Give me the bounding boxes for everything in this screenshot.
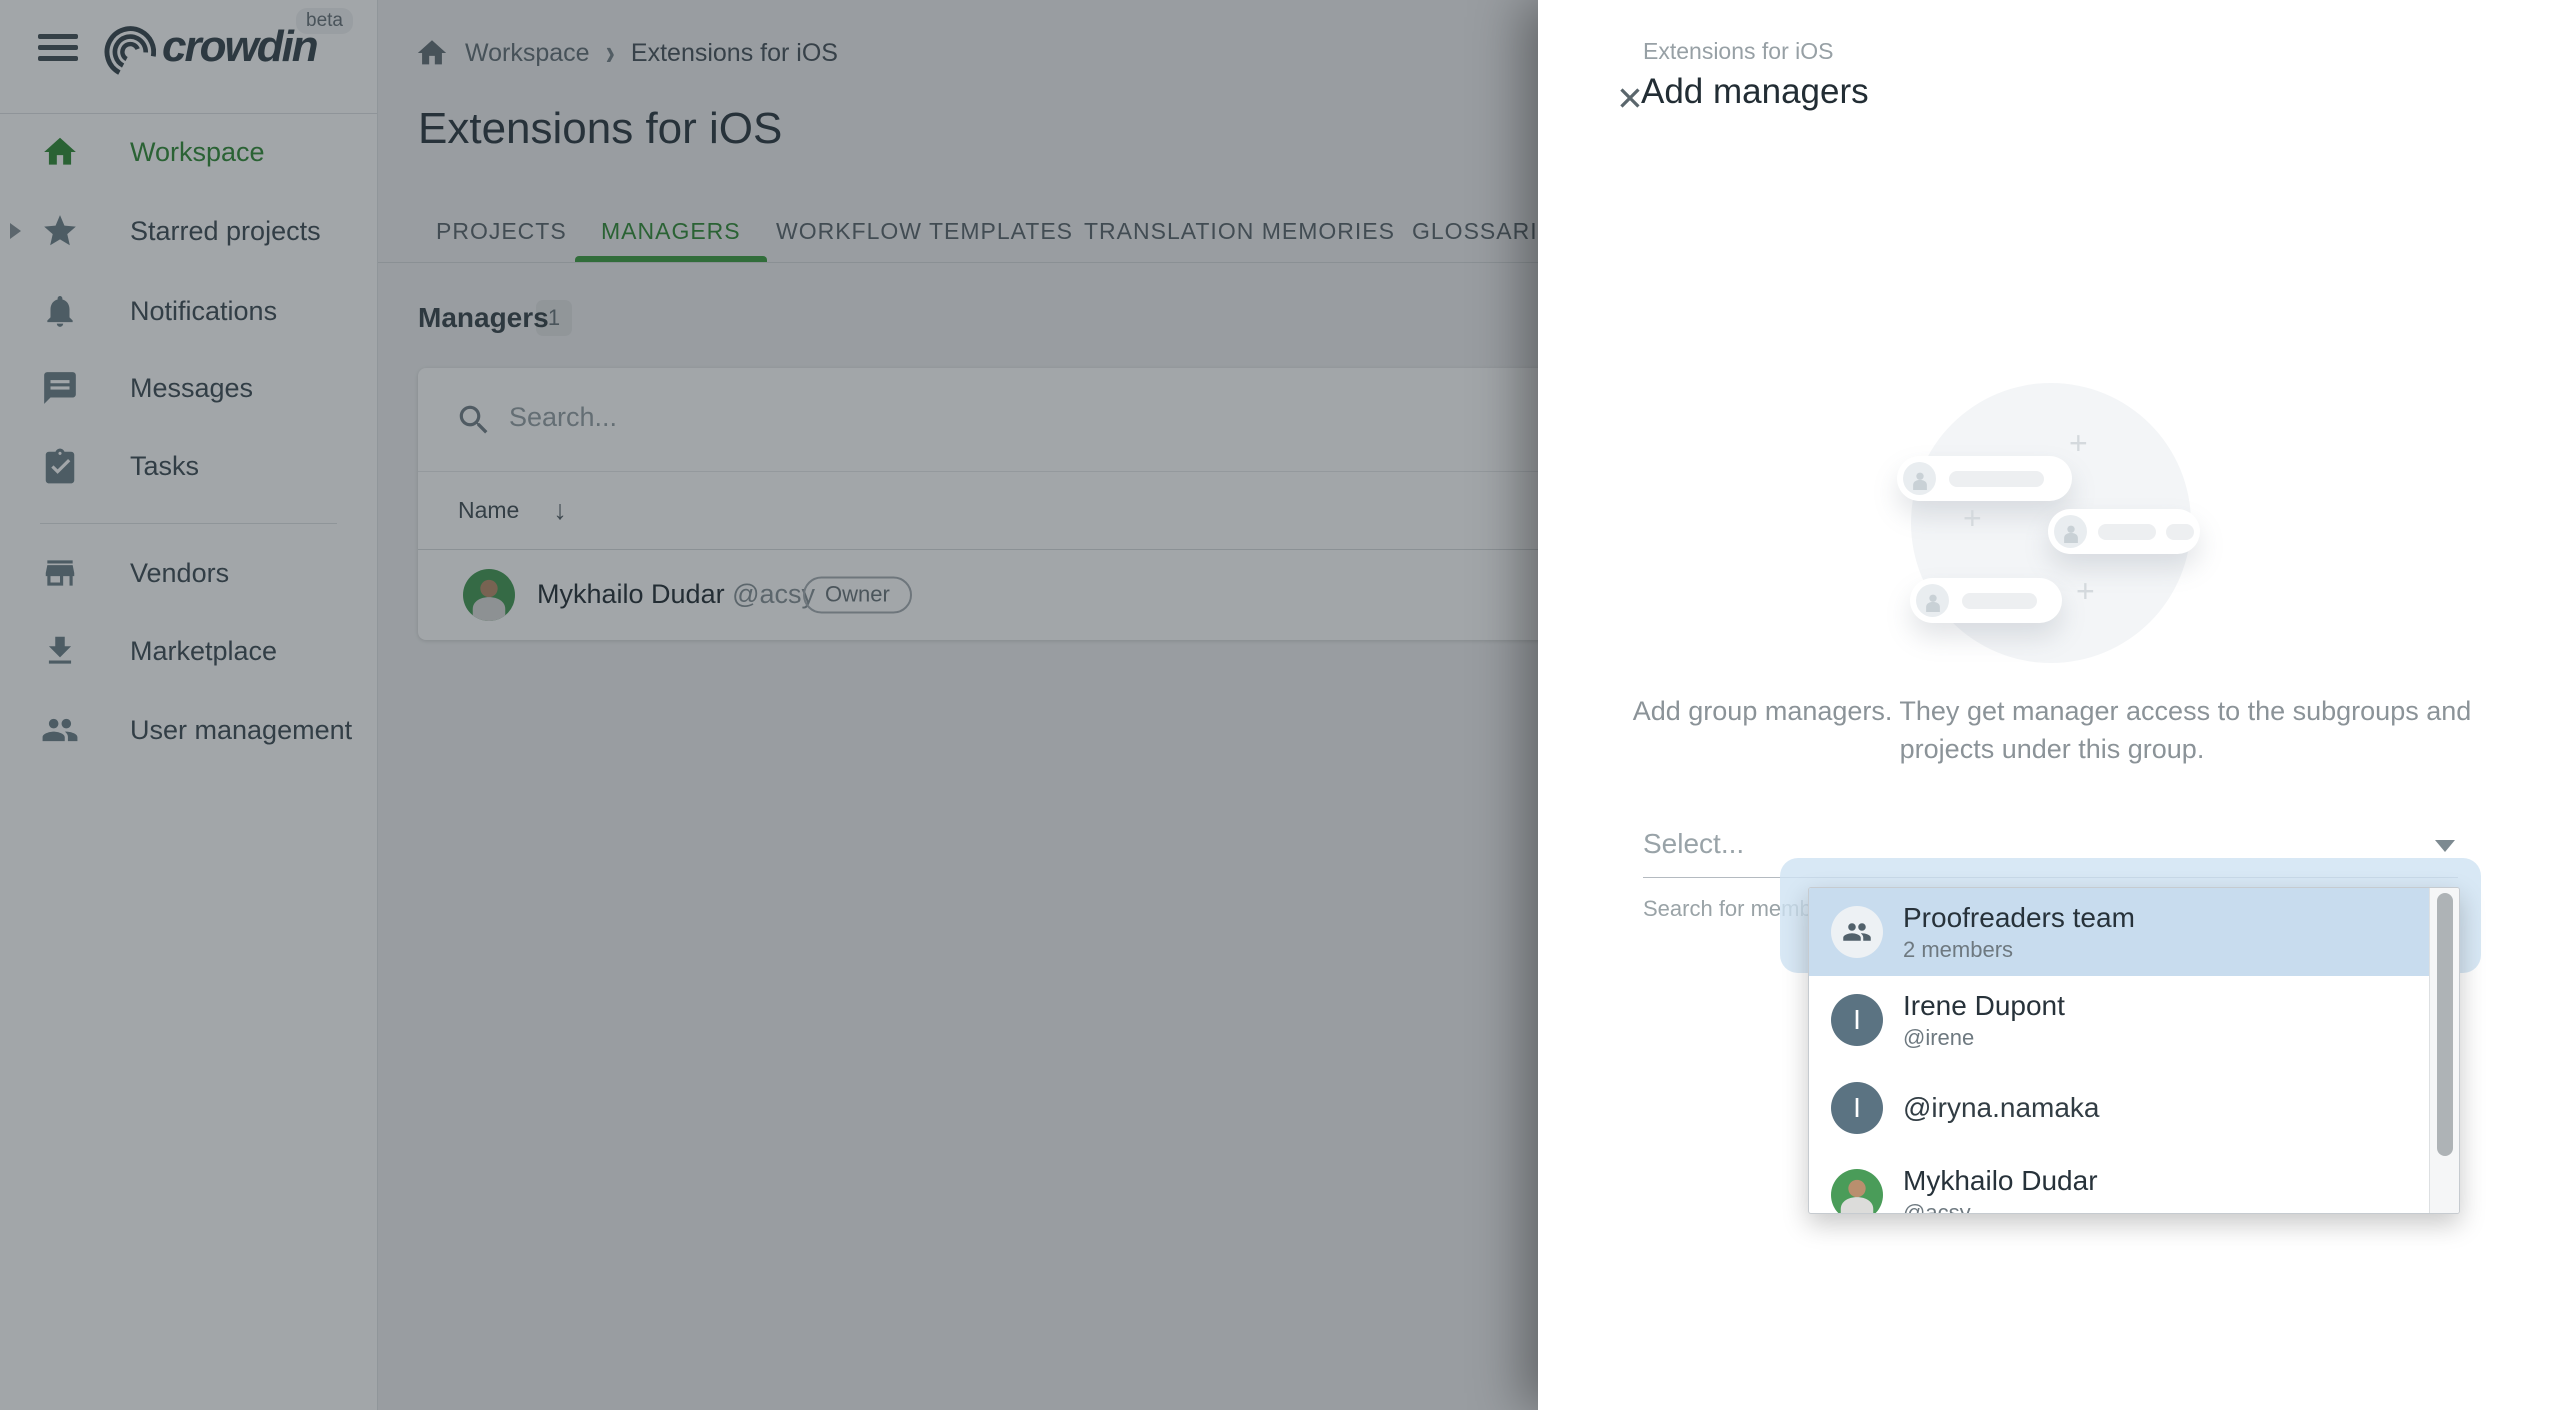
illustration-pill [1910,578,2062,623]
dropdown-item-title: Proofreaders team [1903,901,2135,934]
dropdown-item-title: @iryna.namaka [1903,1091,2100,1124]
panel-subtitle: Extensions for iOS [1643,38,1833,65]
avatar: I [1831,994,1883,1046]
plus-icon: + [1963,500,1982,537]
modal-dim-overlay[interactable] [0,0,1538,1410]
avatar-placeholder-icon [2054,515,2087,548]
dropdown-item-iryna-namaka[interactable]: I @iryna.namaka [1809,1064,2459,1151]
panel-description: Add group managers. They get manager acc… [1622,692,2482,768]
avatar: I [1831,1082,1883,1134]
add-managers-illustration: + + + + [1911,383,2191,663]
dropdown-item-subtitle: 2 members [1903,936,2135,963]
plus-icon: + [2069,425,2088,462]
panel-title: Add managers [1641,72,1869,112]
text-placeholder-bar [1962,593,2037,609]
dropdown-item-proofreaders-team[interactable]: Proofreaders team 2 members [1809,888,2459,976]
text-placeholder-bar [2166,524,2194,540]
illustration-pill [1897,456,2072,501]
dropdown-item-title: Irene Dupont [1903,989,2065,1022]
scrollbar-thumb[interactable] [2437,893,2453,1156]
text-placeholder-bar [1949,471,2044,487]
illustration-pill [2048,509,2200,554]
dropdown-item-mykhailo-dudar[interactable]: Mykhailo Dudar @acsy [1809,1151,2459,1214]
dropdown-item-title: Mykhailo Dudar [1903,1164,2098,1197]
managers-select-input[interactable]: Select... [1643,828,1744,860]
screen: crowdin beta Workspace Starred projects … [0,0,2566,1410]
caret-down-icon[interactable] [2435,840,2455,852]
text-placeholder-bar [2098,524,2156,540]
dropdown-item-subtitle: @irene [1903,1024,2065,1051]
members-dropdown-list: Proofreaders team 2 members I Irene Dupo… [1808,887,2460,1214]
avatar-placeholder-icon [1903,462,1936,495]
avatar [1831,1169,1883,1214]
dropdown-scrollbar [2429,888,2459,1213]
add-managers-panel: ✕ Extensions for iOS Add managers [1538,0,2566,1410]
avatar-placeholder-icon [1916,584,1949,617]
dropdown-item-subtitle: @acsy [1903,1199,2098,1214]
plus-icon: + [2076,573,2095,610]
dropdown-item-irene-dupont[interactable]: I Irene Dupont @irene [1809,976,2459,1064]
team-icon [1831,906,1883,958]
